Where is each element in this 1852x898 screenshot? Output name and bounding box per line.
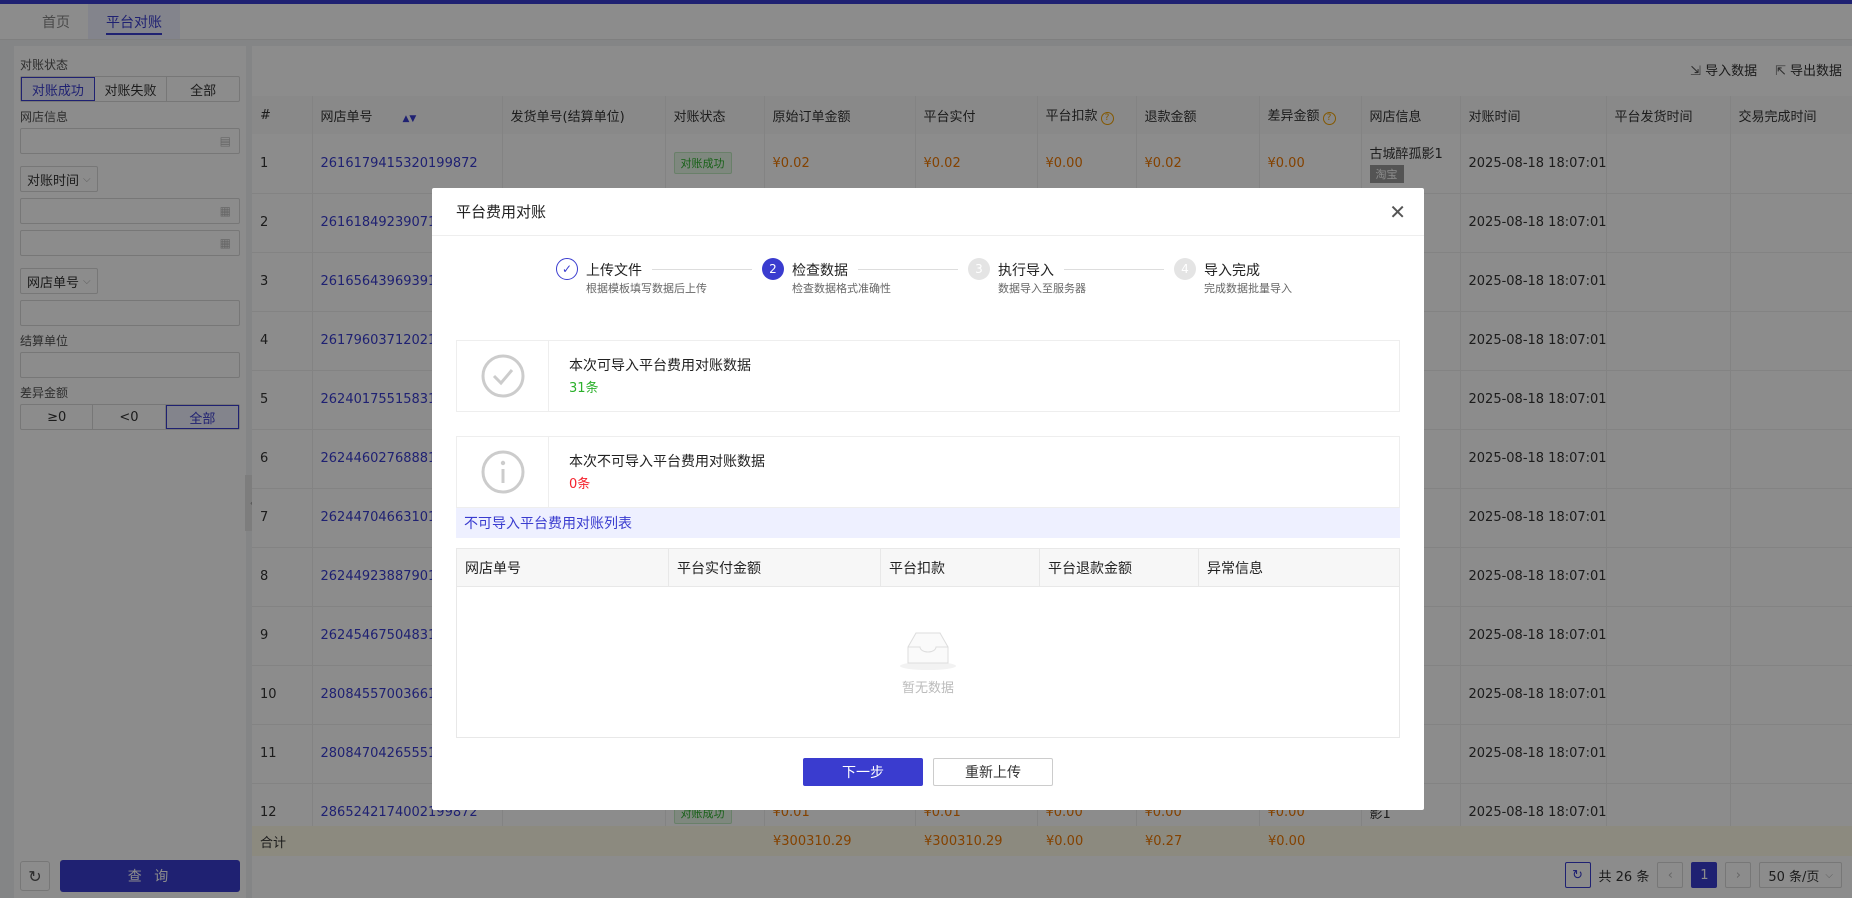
col-platform-fee: 平台扣款 bbox=[881, 549, 1040, 586]
empty-state: 暂无数据 bbox=[457, 587, 1399, 737]
modal-footer: 下一步 重新上传 bbox=[432, 758, 1424, 786]
check-icon: ✓ bbox=[556, 258, 578, 280]
col-refund-amount: 平台退款金额 bbox=[1040, 549, 1199, 586]
step-connector bbox=[1064, 269, 1164, 270]
col-shop-order: 网店单号 bbox=[457, 549, 669, 586]
col-paid-amount: 平台实付金额 bbox=[669, 549, 881, 586]
inbox-icon bbox=[900, 632, 956, 670]
step-desc: 完成数据批量导入 bbox=[1204, 282, 1292, 295]
import-steps: ✓ 上传文件 根据模板填写数据后上传 2 检查数据 检查数据格式准确性 3 执行… bbox=[556, 258, 1316, 302]
info-circle-icon bbox=[457, 437, 549, 507]
importable-card: 本次可导入平台费用对账数据 31条 bbox=[456, 340, 1400, 412]
step-title: 检查数据 bbox=[792, 263, 848, 279]
non-importable-count: 0条 bbox=[569, 477, 591, 492]
non-importable-table: 网店单号 平台实付金额 平台扣款 平台退款金额 异常信息 暂无数据 bbox=[456, 548, 1400, 738]
step-number: 3 bbox=[968, 258, 990, 280]
step-title: 执行导入 bbox=[998, 263, 1054, 279]
step-number: 4 bbox=[1174, 258, 1196, 280]
importable-count: 31条 bbox=[569, 381, 599, 396]
importable-title: 本次可导入平台费用对账数据 bbox=[569, 358, 751, 374]
step-desc: 根据模板填写数据后上传 bbox=[586, 282, 707, 295]
step-connector bbox=[858, 269, 958, 270]
table-header-row: 网店单号 平台实付金额 平台扣款 平台退款金额 异常信息 bbox=[457, 549, 1399, 587]
close-icon[interactable]: ✕ bbox=[1389, 200, 1406, 224]
step-title: 上传文件 bbox=[586, 263, 642, 279]
step-connector bbox=[652, 269, 752, 270]
non-importable-card: 本次不可导入平台费用对账数据 0条 bbox=[456, 436, 1400, 508]
step-title: 导入完成 bbox=[1204, 263, 1260, 279]
next-step-button[interactable]: 下一步 bbox=[803, 758, 923, 786]
col-error-info: 异常信息 bbox=[1207, 560, 1263, 577]
empty-text: 暂无数据 bbox=[901, 680, 954, 696]
non-importable-list-title: 不可导入平台费用对账列表 bbox=[456, 508, 1400, 538]
check-circle-icon bbox=[457, 341, 549, 411]
platform-fee-recon-modal: 平台费用对账 ✕ ✓ 上传文件 根据模板填写数据后上传 2 检查数据 检查数据格… bbox=[432, 188, 1424, 810]
step-number: 2 bbox=[762, 258, 784, 280]
reupload-button[interactable]: 重新上传 bbox=[933, 758, 1053, 786]
non-importable-title: 本次不可导入平台费用对账数据 bbox=[569, 454, 765, 470]
step-desc: 检查数据格式准确性 bbox=[792, 282, 891, 295]
modal-title: 平台费用对账 bbox=[432, 188, 1424, 236]
step-desc: 数据导入至服务器 bbox=[998, 282, 1086, 295]
